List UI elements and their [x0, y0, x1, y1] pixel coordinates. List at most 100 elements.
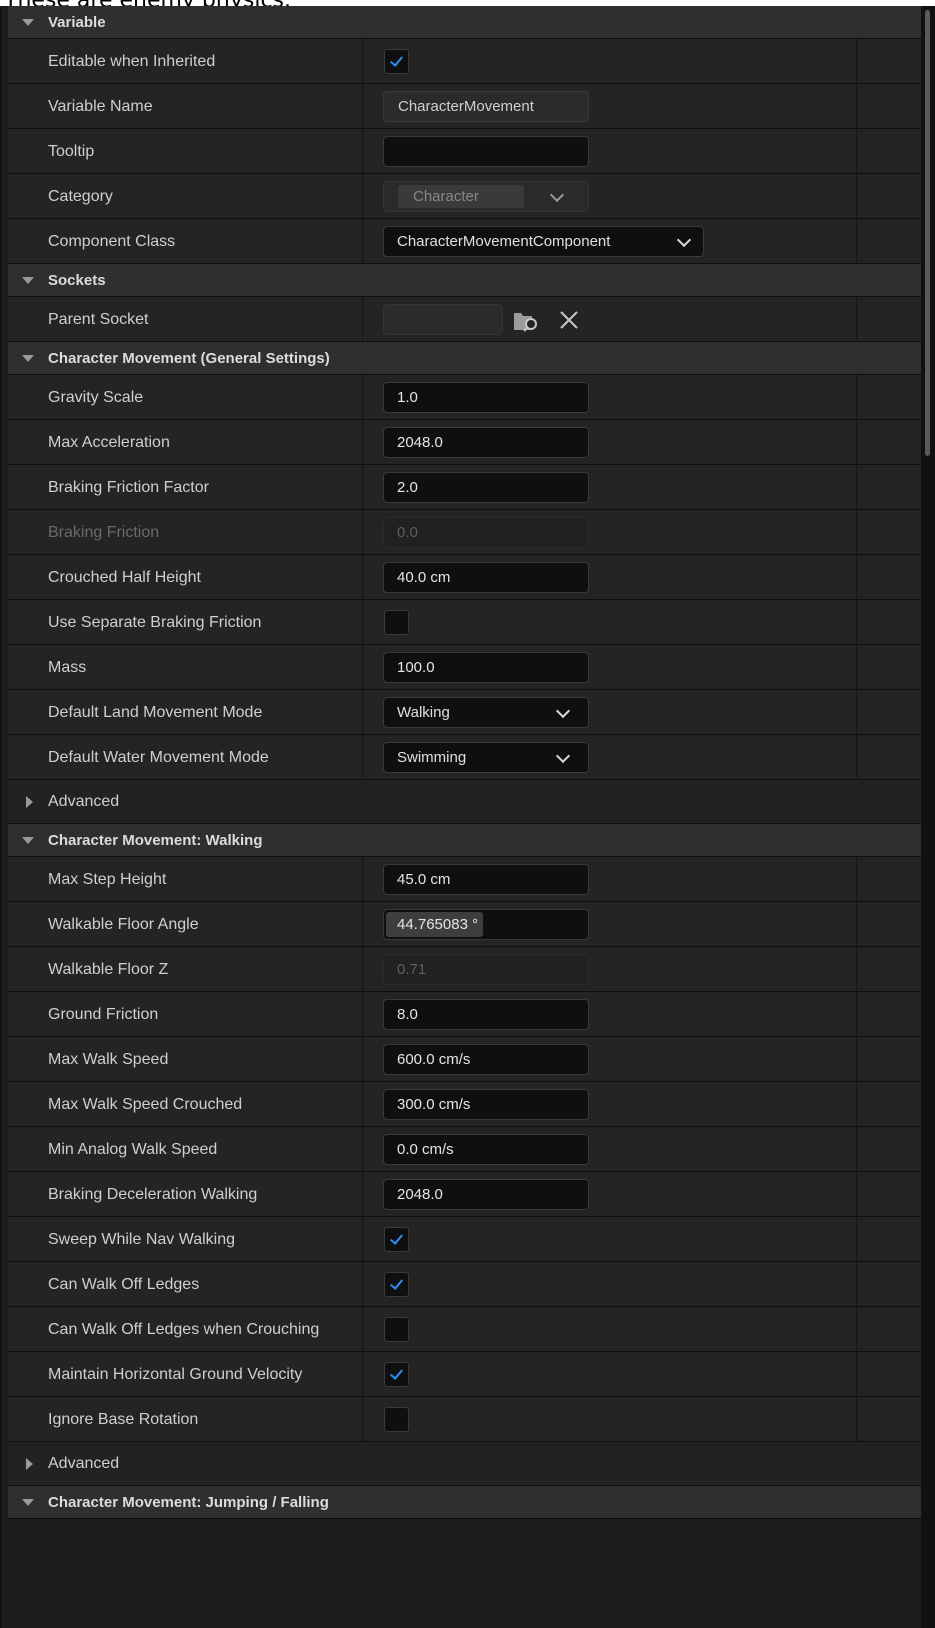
- default-land-mode-dropdown[interactable]: Walking: [383, 697, 589, 728]
- property-row-can-walk-off-ledges: Can Walk Off Ledges: [8, 1262, 921, 1307]
- property-row-tooltip: Tooltip: [8, 129, 921, 174]
- property-label: Editable when Inherited: [48, 53, 216, 70]
- collapse-arrow-icon[interactable]: [22, 837, 34, 844]
- property-row-max-walk-speed: Max Walk Speed 600.0 cm/s: [8, 1037, 921, 1082]
- chevron-down-icon[interactable]: [555, 703, 571, 719]
- collapse-arrow-icon[interactable]: [22, 355, 34, 362]
- property-row-walkable-floor-z: Walkable Floor Z 0.71: [8, 947, 921, 992]
- value-cell: 8.0: [362, 992, 856, 1037]
- property-row-braking-friction-factor: Braking Friction Factor 2.0: [8, 465, 921, 510]
- details-scrollbar[interactable]: [921, 6, 935, 1628]
- value-cell: CharacterMovementComponent: [362, 219, 856, 264]
- section-header-variable[interactable]: Variable: [8, 6, 921, 39]
- component-class-value: CharacterMovementComponent: [397, 233, 611, 250]
- section-title: Variable: [48, 14, 106, 31]
- property-label: Category: [48, 188, 113, 205]
- crouched-half-height-input[interactable]: 40.0 cm: [383, 562, 589, 593]
- editable-when-inherited-checkbox[interactable]: [384, 49, 409, 74]
- tooltip-input[interactable]: [383, 136, 589, 167]
- can-walk-off-ledges-crouching-checkbox[interactable]: [384, 1317, 409, 1342]
- property-row-gravity-scale: Gravity Scale 1.0: [8, 375, 921, 420]
- checkmark-icon: [389, 1366, 404, 1380]
- category-value[interactable]: Character: [398, 185, 524, 208]
- value-cell: [362, 1397, 856, 1442]
- use-separate-braking-friction-checkbox[interactable]: [384, 610, 409, 635]
- property-label: Component Class: [48, 233, 176, 250]
- details-rows: Variable Editable when Inherited Variabl…: [8, 6, 921, 1519]
- property-label: Can Walk Off Ledges when Crouching: [48, 1321, 320, 1338]
- braking-friction-factor-input[interactable]: 2.0: [383, 472, 589, 503]
- max-step-height-input[interactable]: 45.0 cm: [383, 864, 589, 895]
- braking-decel-walking-input[interactable]: 2048.0: [383, 1179, 589, 1210]
- property-row-sweep-while-nav-walking: Sweep While Nav Walking: [8, 1217, 921, 1262]
- max-walk-speed-crouched-input[interactable]: 300.0 cm/s: [383, 1089, 589, 1120]
- expand-arrow-icon[interactable]: [26, 796, 33, 808]
- browse-socket-icon[interactable]: [512, 307, 540, 333]
- default-water-mode-dropdown[interactable]: Swimming: [383, 742, 589, 773]
- property-row-ignore-base-rotation: Ignore Base Rotation: [8, 1397, 921, 1442]
- chevron-down-icon[interactable]: [549, 187, 565, 203]
- gravity-scale-input[interactable]: 1.0: [383, 382, 589, 413]
- value-cell: 1.0: [362, 375, 856, 420]
- braking-friction-input: 0.0: [383, 517, 589, 548]
- property-row-ground-friction: Ground Friction 8.0: [8, 992, 921, 1037]
- section-title: Character Movement: Walking: [48, 832, 263, 849]
- collapse-arrow-icon[interactable]: [22, 19, 34, 26]
- collapse-arrow-icon[interactable]: [22, 277, 34, 284]
- value-cell: 45.0 cm: [362, 857, 856, 902]
- value-cell: Swimming: [362, 735, 856, 780]
- max-acceleration-input[interactable]: 2048.0: [383, 427, 589, 458]
- variable-name-input[interactable]: CharacterMovement: [383, 91, 589, 122]
- section-header-walking[interactable]: Character Movement: Walking: [8, 824, 921, 857]
- mass-input[interactable]: 100.0: [383, 652, 589, 683]
- value-cell: 44.765083 °: [362, 902, 856, 947]
- value-cell: [362, 1307, 856, 1352]
- property-row-can-walk-off-ledges-crouching: Can Walk Off Ledges when Crouching: [8, 1307, 921, 1352]
- section-title: Character Movement (General Settings): [48, 350, 330, 367]
- value-cell: Walking: [362, 690, 856, 735]
- advanced-label: Advanced: [48, 1455, 120, 1472]
- section-header-sockets[interactable]: Sockets: [8, 264, 921, 297]
- section-header-general-settings[interactable]: Character Movement (General Settings): [8, 342, 921, 375]
- property-label: Default Water Movement Mode: [48, 749, 269, 766]
- max-walk-speed-input[interactable]: 600.0 cm/s: [383, 1044, 589, 1075]
- property-label: Crouched Half Height: [48, 569, 201, 586]
- parent-socket-field[interactable]: [383, 304, 503, 335]
- dropdown-value: Walking: [397, 704, 450, 721]
- sweep-while-nav-walking-checkbox[interactable]: [384, 1227, 409, 1252]
- property-row-max-step-height: Max Step Height 45.0 cm: [8, 857, 921, 902]
- walkable-floor-angle-slider[interactable]: 44.765083 °: [383, 909, 589, 940]
- property-label: Walkable Floor Angle: [48, 916, 199, 933]
- property-row-walkable-floor-angle: Walkable Floor Angle 44.765083 °: [8, 902, 921, 947]
- property-label: Variable Name: [48, 98, 153, 115]
- can-walk-off-ledges-checkbox[interactable]: [384, 1272, 409, 1297]
- category-dropdown[interactable]: Character: [383, 181, 589, 212]
- chevron-down-icon[interactable]: [676, 232, 692, 248]
- property-label: Braking Deceleration Walking: [48, 1186, 258, 1203]
- value-cell: Character: [362, 174, 856, 219]
- property-row-mass: Mass 100.0: [8, 645, 921, 690]
- component-class-dropdown[interactable]: CharacterMovementComponent: [383, 226, 704, 257]
- collapse-arrow-icon[interactable]: [22, 1499, 34, 1506]
- ignore-base-rotation-checkbox[interactable]: [384, 1407, 409, 1432]
- min-analog-walk-speed-input[interactable]: 0.0 cm/s: [383, 1134, 589, 1165]
- maintain-horizontal-ground-velocity-checkbox[interactable]: [384, 1362, 409, 1387]
- property-label: Max Walk Speed Crouched: [48, 1096, 243, 1113]
- clear-icon[interactable]: [559, 310, 579, 330]
- property-label: Default Land Movement Mode: [48, 704, 263, 721]
- property-label: Walkable Floor Z: [48, 961, 169, 978]
- expand-arrow-icon[interactable]: [26, 1458, 33, 1470]
- property-label: Min Analog Walk Speed: [48, 1141, 218, 1158]
- chevron-down-icon[interactable]: [555, 748, 571, 764]
- advanced-expander-general[interactable]: Advanced: [8, 780, 921, 824]
- section-header-jumping-falling[interactable]: Character Movement: Jumping / Falling: [8, 1486, 921, 1519]
- ground-friction-input[interactable]: 8.0: [383, 999, 589, 1030]
- value-cell: 0.71: [362, 947, 856, 992]
- property-row-min-analog-walk-speed: Min Analog Walk Speed 0.0 cm/s: [8, 1127, 921, 1172]
- scrollbar-thumb[interactable]: [925, 10, 930, 456]
- advanced-expander-walking[interactable]: Advanced: [8, 1442, 921, 1486]
- property-row-max-acceleration: Max Acceleration 2048.0: [8, 420, 921, 465]
- value-cell: [362, 39, 856, 84]
- property-label: Braking Friction Factor: [48, 479, 209, 496]
- property-label: Ignore Base Rotation: [48, 1411, 199, 1428]
